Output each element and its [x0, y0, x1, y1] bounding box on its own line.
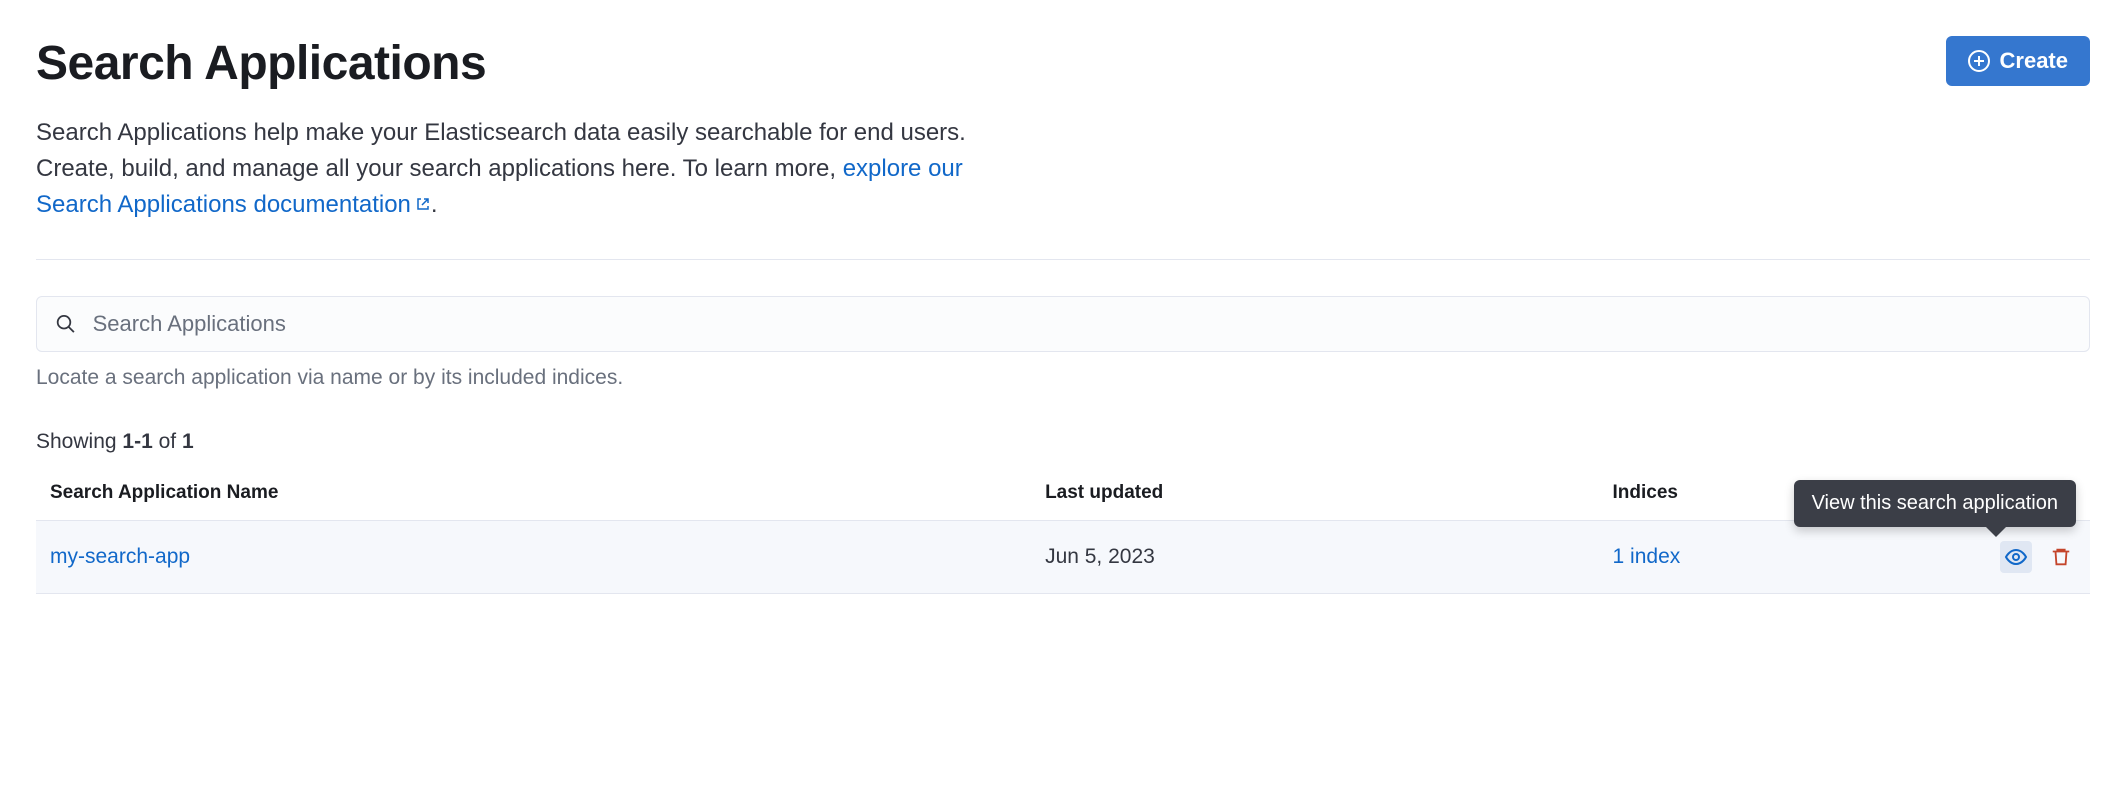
column-header-name[interactable]: Search Application Name [36, 472, 1031, 521]
search-help-text: Locate a search application via name or … [36, 366, 2090, 390]
search-icon [55, 313, 77, 335]
page-description: Search Applications help make your Elast… [36, 115, 1036, 223]
search-box[interactable] [36, 296, 2090, 352]
indices-link[interactable]: 1 index [1613, 545, 1681, 568]
page-title: Search Applications [36, 36, 486, 91]
last-updated-cell: Jun 5, 2023 [1031, 521, 1598, 594]
results-count: Showing 1-1 of 1 [36, 430, 2090, 454]
description-text: Search Applications help make your Elast… [36, 119, 966, 182]
divider [36, 259, 2090, 260]
table-row: my-search-app Jun 5, 2023 1 index View t… [36, 521, 2090, 594]
application-name-link[interactable]: my-search-app [50, 545, 190, 568]
plus-circle-icon [1968, 50, 1990, 72]
applications-table: Search Application Name Last updated Ind… [36, 472, 2090, 594]
external-link-icon [415, 196, 431, 212]
delete-application-button[interactable] [2046, 542, 2076, 572]
column-header-last-updated[interactable]: Last updated [1031, 472, 1598, 521]
view-tooltip: View this search application [1794, 480, 2076, 527]
trash-icon [2050, 546, 2072, 568]
search-input[interactable] [93, 311, 2071, 337]
create-button-label: Create [2000, 48, 2068, 74]
description-suffix: . [431, 191, 438, 218]
create-button[interactable]: Create [1946, 36, 2090, 86]
eye-icon [2004, 545, 2028, 569]
